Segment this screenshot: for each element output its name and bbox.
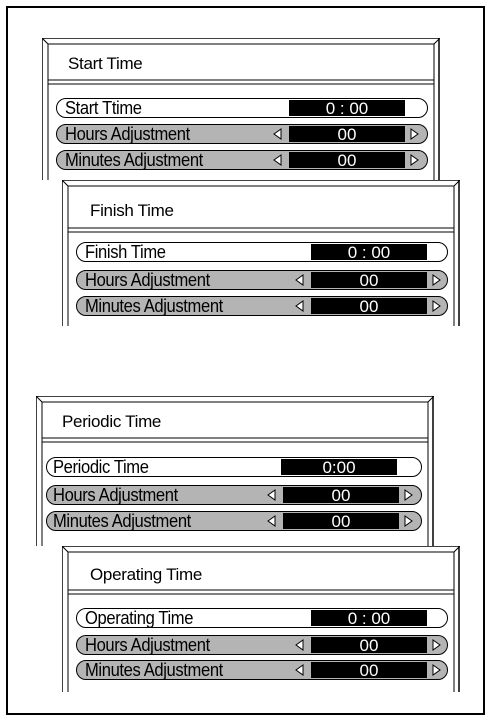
time-value: 0:00 — [281, 459, 397, 476]
panel-title: Operating Time — [90, 565, 203, 584]
hours-value: 00 — [311, 272, 427, 289]
minutes-value: 00 — [311, 298, 427, 315]
panel-title: Periodic Time — [62, 412, 162, 431]
right-arrow-icon[interactable] — [432, 300, 441, 312]
operating-time-panel: Operating Time Operating Time 0 : 00 Hou… — [62, 546, 460, 692]
left-arrow-icon[interactable] — [273, 128, 282, 140]
hours-adjustment-row[interactable]: Hours Adjustment 00 — [76, 270, 448, 290]
row-label: Hours Adjustment — [85, 270, 210, 290]
start-time-row[interactable]: Start Ttime 0 : 00 — [56, 98, 428, 118]
minutes-adjustment-row[interactable]: Minutes Adjustment 00 — [76, 296, 448, 316]
right-arrow-icon[interactable] — [432, 274, 441, 286]
right-arrow-icon[interactable] — [432, 664, 441, 676]
finish-time-row[interactable]: Finish Time 0 : 00 — [76, 242, 448, 262]
row-label: Minutes Adjustment — [85, 660, 223, 680]
row-label: Start Ttime — [65, 98, 142, 118]
hours-value: 00 — [283, 487, 399, 504]
row-label: Minutes Adjustment — [65, 150, 203, 170]
hours-value: 00 — [311, 637, 427, 654]
finish-time-panel: Finish Time Finish Time 0 : 00 Hours Adj… — [62, 180, 460, 326]
operating-time-row[interactable]: Operating Time 0 : 00 — [76, 608, 448, 628]
hours-adjustment-row[interactable]: Hours Adjustment 00 — [46, 485, 422, 505]
left-arrow-icon[interactable] — [295, 300, 304, 312]
minutes-value: 00 — [289, 152, 405, 169]
right-arrow-icon[interactable] — [404, 515, 413, 527]
minutes-adjustment-row[interactable]: Minutes Adjustment 00 — [46, 511, 422, 531]
row-label: Hours Adjustment — [65, 124, 190, 144]
panel-title: Start Time — [68, 54, 143, 73]
left-arrow-icon[interactable] — [295, 664, 304, 676]
row-label: Finish Time — [85, 242, 166, 262]
row-label: Operating Time — [85, 608, 194, 628]
right-arrow-icon[interactable] — [404, 489, 413, 501]
hours-adjustment-row[interactable]: Hours Adjustment 00 — [76, 635, 448, 655]
periodic-time-panel: Periodic Time Periodic Time 0:00 Hours A… — [36, 396, 434, 546]
row-label: Minutes Adjustment — [85, 296, 223, 316]
minutes-value: 00 — [311, 662, 427, 679]
minutes-adjustment-row[interactable]: Minutes Adjustment 00 — [56, 150, 428, 170]
row-label: Hours Adjustment — [85, 635, 210, 655]
minutes-value: 00 — [283, 513, 399, 530]
right-arrow-icon[interactable] — [410, 154, 419, 166]
hours-adjustment-row[interactable]: Hours Adjustment 00 — [56, 124, 428, 144]
row-label: Hours Adjustment — [53, 485, 178, 505]
left-arrow-icon[interactable] — [267, 489, 276, 501]
left-arrow-icon[interactable] — [267, 515, 276, 527]
time-value: 0 : 00 — [289, 100, 405, 117]
periodic-time-row[interactable]: Periodic Time 0:00 — [46, 457, 422, 477]
time-value: 0 : 00 — [311, 610, 427, 627]
hours-value: 00 — [289, 126, 405, 143]
start-time-panel: Start Time Start Ttime 0 : 00 Hours Adju… — [42, 38, 440, 180]
left-arrow-icon[interactable] — [295, 639, 304, 651]
minutes-adjustment-row[interactable]: Minutes Adjustment 00 — [76, 660, 448, 680]
right-arrow-icon[interactable] — [432, 639, 441, 651]
row-label: Minutes Adjustment — [53, 511, 191, 531]
panel-title: Finish Time — [90, 201, 174, 220]
row-label: Periodic Time — [53, 457, 149, 477]
left-arrow-icon[interactable] — [273, 154, 282, 166]
right-arrow-icon[interactable] — [410, 128, 419, 140]
time-value: 0 : 00 — [311, 244, 427, 261]
left-arrow-icon[interactable] — [295, 274, 304, 286]
